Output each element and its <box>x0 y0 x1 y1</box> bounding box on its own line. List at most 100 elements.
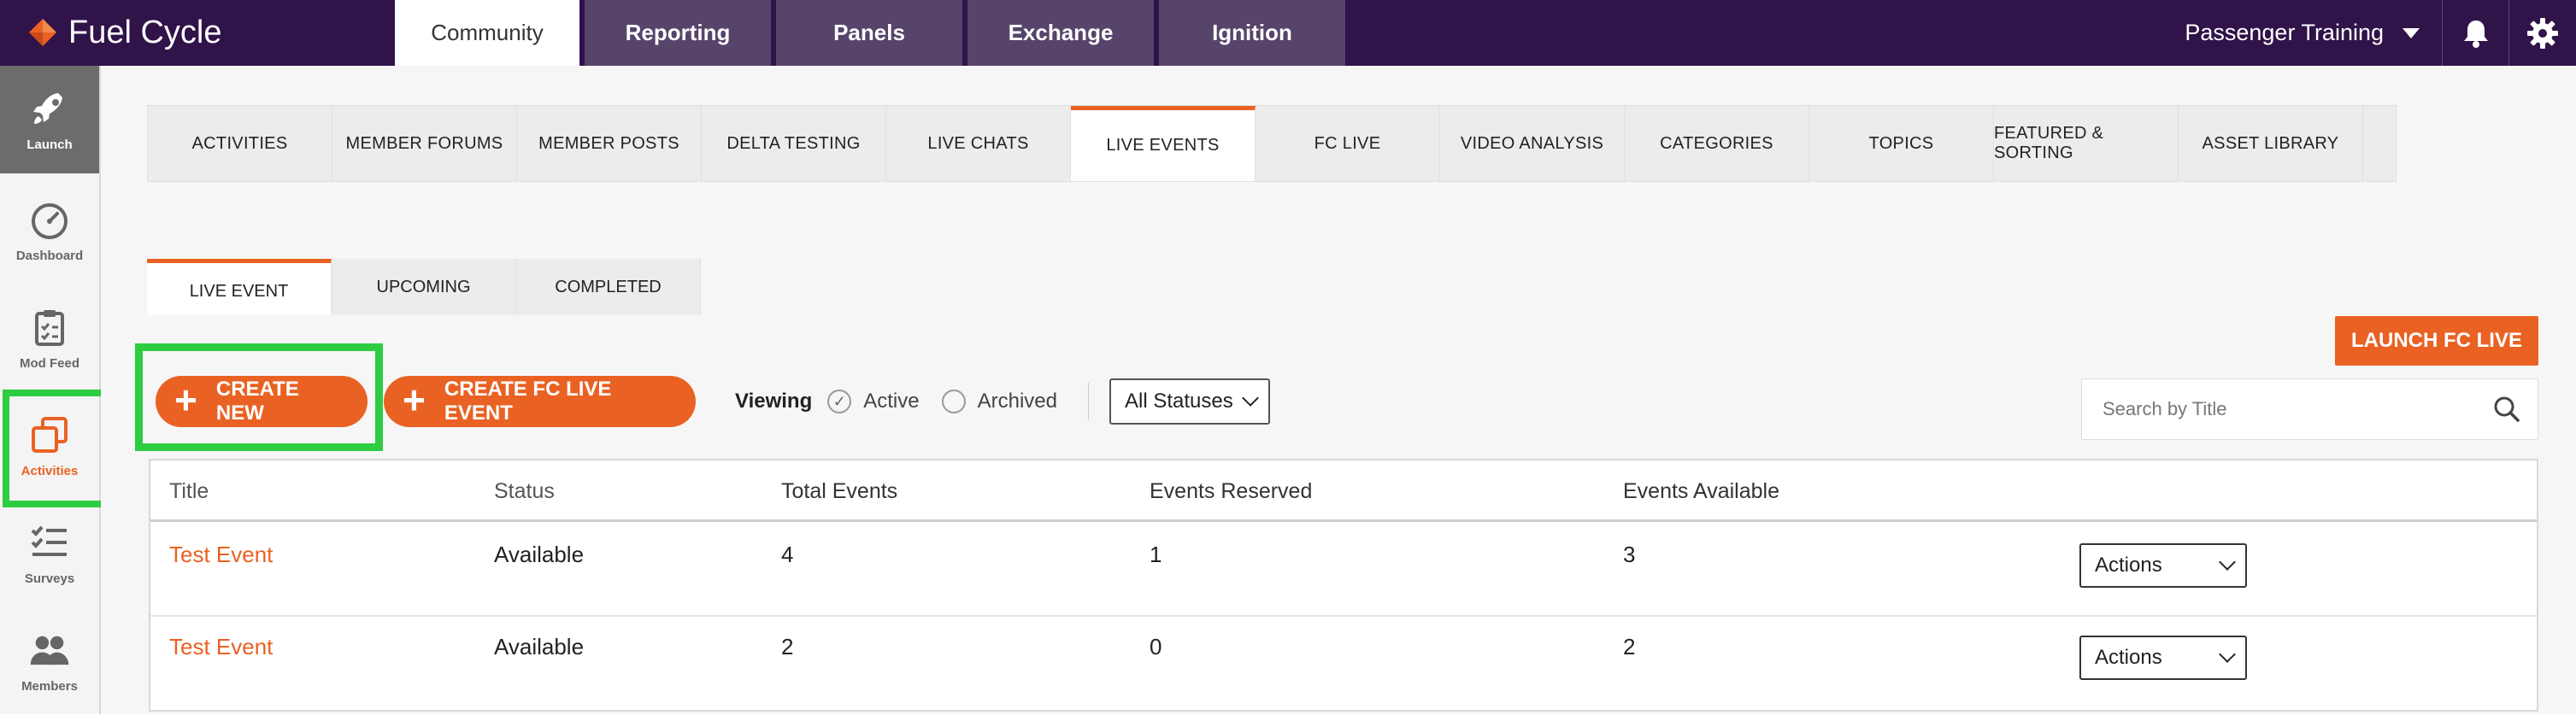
tab-delta-testing[interactable]: DELTA TESTING <box>702 106 886 181</box>
actions-select-value: Actions <box>2095 554 2162 577</box>
sidebar-item-label: Surveys <box>24 571 75 586</box>
tab-panels[interactable]: Panels <box>776 0 962 66</box>
fuel-cycle-logo[interactable]: Fuel Cycle <box>26 12 222 53</box>
tab-ignition[interactable]: Ignition <box>1159 0 1345 66</box>
rocket-icon <box>33 92 62 124</box>
sidebar-item-label: Activities <box>21 463 79 478</box>
create-fc-live-event-button[interactable]: + CREATE FC LIVE EVENT <box>384 376 696 427</box>
column-events-available[interactable]: Events Available <box>1623 479 1779 504</box>
tab-member-forums[interactable]: MEMBER FORUMS <box>332 106 517 181</box>
event-status: Available <box>494 542 585 567</box>
sidebar-item-label: Dashboard <box>15 248 84 263</box>
event-status: Available <box>494 634 585 659</box>
clipboard-icon <box>35 309 64 346</box>
event-title-link[interactable]: Test Event <box>169 542 273 568</box>
tab-asset-library[interactable]: ASSET LIBRARY <box>2179 106 2363 181</box>
top-right-controls: Passenger Training <box>2185 0 2576 66</box>
viewing-filter: Viewing ✓ Active Archived All Statuses <box>735 376 1270 427</box>
tab-fc-live[interactable]: FC LIVE <box>1256 106 1440 181</box>
launch-fc-live-button[interactable]: LAUNCH FC LIVE <box>2335 316 2538 366</box>
column-events-reserved[interactable]: Events Reserved <box>1150 479 1312 504</box>
tab-video-analysis[interactable]: VIDEO ANALYSIS <box>1440 106 1625 181</box>
sidebar-item-label: Members <box>21 678 78 694</box>
subtab-upcoming[interactable]: UPCOMING <box>332 259 516 315</box>
top-navigation-bar: Fuel Cycle Community Reporting Panels Ex… <box>0 0 2576 66</box>
account-name: Passenger Training <box>2185 20 2384 45</box>
search-icon[interactable] <box>2493 396 2520 423</box>
events-reserved: 0 <box>1150 634 1162 659</box>
gauge-icon <box>32 202 68 239</box>
sidebar-item-launch[interactable]: Launch <box>0 66 99 173</box>
status-select-value: All Statuses <box>1124 390 1233 413</box>
table-row: Test Event Available 2 0 2 Actions <box>150 617 2537 709</box>
archived-radio[interactable] <box>941 390 966 413</box>
chevron-down-icon <box>2219 554 2236 571</box>
sidebar-item-dashboard[interactable]: Dashboard <box>0 177 99 284</box>
events-available: 2 <box>1623 634 1636 659</box>
tab-categories[interactable]: CATEGORIES <box>1625 106 1809 181</box>
bell-icon <box>2463 20 2488 48</box>
tab-featured-sorting[interactable]: FEATURED & SORTING <box>1994 106 2179 181</box>
live-events-table: Title Status Total Events Events Reserve… <box>149 459 2538 712</box>
plus-icon: + <box>403 378 426 422</box>
sidebar-item-surveys[interactable]: Surveys <box>0 500 99 607</box>
sidebar-item-label: Mod Feed <box>20 355 79 371</box>
total-events: 2 <box>781 634 794 659</box>
search-box <box>2081 378 2538 440</box>
chevron-down-icon <box>1242 390 1259 407</box>
tab-reporting[interactable]: Reporting <box>585 0 771 66</box>
people-icon <box>30 636 69 665</box>
sidebar-item-activities[interactable]: Activities <box>0 392 99 500</box>
column-total-events[interactable]: Total Events <box>781 479 897 504</box>
logo-diamond-icon <box>29 19 56 46</box>
archived-radio-label: Archived <box>977 390 1057 413</box>
total-events: 4 <box>781 542 794 567</box>
divider <box>1087 383 1089 420</box>
activity-tabs: ACTIVITIES MEMBER FORUMS MEMBER POSTS DE… <box>147 105 2397 182</box>
tab-community[interactable]: Community <box>395 0 579 66</box>
create-fc-live-event-label: CREATE FC LIVE EVENT <box>444 378 612 425</box>
column-status[interactable]: Status <box>494 479 555 504</box>
table-header: Title Status Total Events Events Reserve… <box>150 460 2537 522</box>
sidebar-item-members[interactable]: Members <box>0 607 99 715</box>
live-event-subtabs: LIVE EVENT UPCOMING COMPLETED <box>147 259 701 315</box>
sidebar-item-mod-feed[interactable]: Mod Feed <box>0 284 99 392</box>
sidebar-item-label: Launch <box>26 137 73 152</box>
chevron-down-icon <box>2219 646 2236 663</box>
events-reserved: 1 <box>1150 542 1162 567</box>
gear-icon <box>2527 17 2558 49</box>
account-switcher[interactable]: Passenger Training <box>2185 0 2443 66</box>
actions-select[interactable]: Actions <box>2079 543 2247 588</box>
plus-icon: + <box>174 378 197 422</box>
viewing-label: Viewing <box>735 390 813 413</box>
stacked-squares-icon <box>32 416 68 453</box>
subtab-live-event[interactable]: LIVE EVENT <box>147 259 332 315</box>
checklist-icon <box>31 525 67 556</box>
table-row: Test Event Available 4 1 3 Actions <box>150 525 2537 617</box>
tab-activities[interactable]: ACTIVITIES <box>148 106 332 181</box>
create-new-label: CREATE NEW <box>215 378 299 425</box>
tab-live-chats[interactable]: LIVE CHATS <box>886 106 1071 181</box>
top-tabs: Community Reporting Panels Exchange Igni… <box>395 0 1345 66</box>
search-input[interactable] <box>2103 398 2479 420</box>
status-select[interactable]: All Statuses <box>1109 378 1270 425</box>
active-radio[interactable]: ✓ <box>827 390 852 413</box>
tab-live-events[interactable]: LIVE EVENTS <box>1071 106 1256 181</box>
create-new-button[interactable]: + CREATE NEW <box>156 376 368 427</box>
column-title[interactable]: Title <box>169 479 209 504</box>
actions-select[interactable]: Actions <box>2079 636 2247 680</box>
event-title-link[interactable]: Test Event <box>169 634 273 660</box>
active-radio-label: Active <box>863 390 920 413</box>
events-available: 3 <box>1623 542 1636 567</box>
left-sidebar: Launch Dashboard Mod Feed Activities Sur… <box>0 66 101 714</box>
tab-exchange[interactable]: Exchange <box>967 0 1154 66</box>
actions-select-value: Actions <box>2095 646 2162 669</box>
notifications-button[interactable] <box>2443 0 2509 66</box>
tab-member-posts[interactable]: MEMBER POSTS <box>517 106 702 181</box>
subtab-completed[interactable]: COMPLETED <box>516 259 701 315</box>
tab-topics[interactable]: TOPICS <box>1809 106 1994 181</box>
main-content: ACTIVITIES MEMBER FORUMS MEMBER POSTS DE… <box>101 66 2576 714</box>
settings-button[interactable] <box>2509 0 2576 66</box>
logo-text: Fuel Cycle <box>68 14 222 50</box>
caret-down-icon <box>2403 27 2420 38</box>
